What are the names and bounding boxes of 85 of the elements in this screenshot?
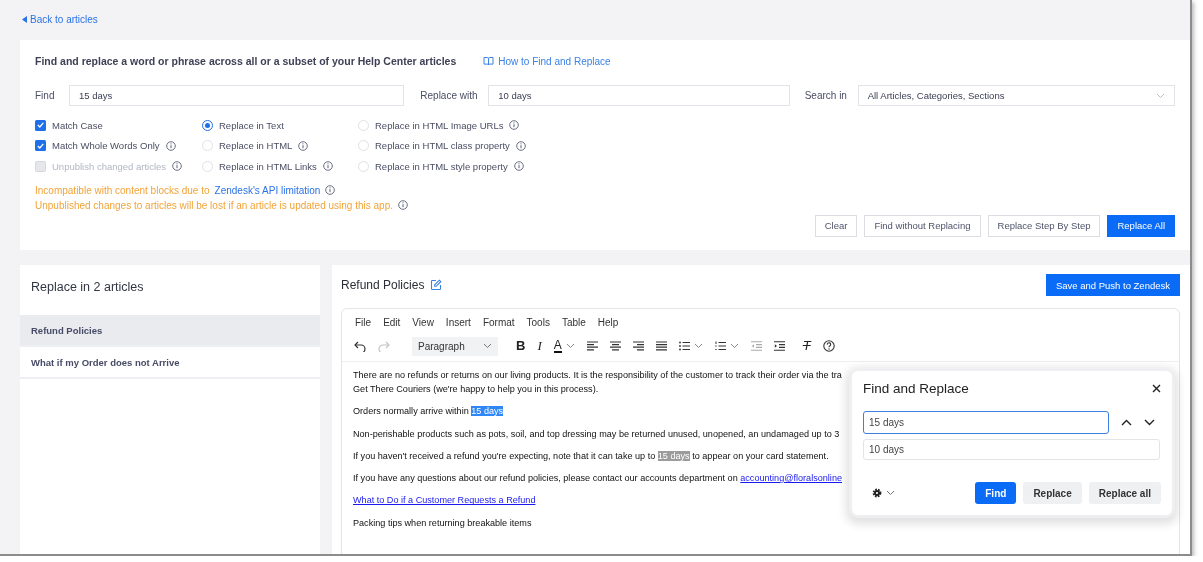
radio-label: Replace in HTML style property [375,160,508,172]
search-in-dropdown[interactable]: All Articles, Categories, Sections [857,85,1175,106]
find-field[interactable]: 15 days [69,85,405,106]
chevron-down-icon [483,343,492,349]
save-button[interactable]: Save and Push to Zendesk [1045,274,1180,296]
info-icon [398,200,408,210]
action-button[interactable]: Replace All [1107,214,1175,237]
menu-item[interactable]: Insert [445,317,471,330]
radio-label: Replace in HTML class property [375,140,510,152]
menu-item[interactable]: Help [597,317,619,330]
close-icon[interactable] [1152,384,1161,393]
back-link[interactable]: Back to articles [22,14,98,25]
action-button[interactable]: Clear [814,214,858,237]
block-format-dropdown[interactable]: Paragraph [412,336,498,356]
align-center-icon[interactable] [609,341,621,351]
align-right-icon[interactable] [632,341,644,351]
email-link[interactable]: accounting@floralsonline [740,473,842,484]
checkbox[interactable] [35,140,46,152]
paragraph: If you haven't received a refund you're expecting, note that it can take up to 15 days to appear on your card statement. [353,449,829,463]
undo-icon[interactable] [354,340,366,352]
back-arrow-icon [22,16,27,23]
check-icon [37,122,44,129]
action-button[interactable]: Find without Replacing [864,214,981,237]
article-link[interactable]: What to Do if a Customer Requests a Refund [353,495,536,506]
radio-label: Replace in HTML Links [219,160,317,172]
action-button[interactable]: Replace Step By Step [987,214,1101,237]
dialog-title: Find and Replace [863,381,969,396]
menu-item[interactable]: Tools [526,317,550,330]
bullet-list-icon[interactable] [678,341,690,351]
menu-item[interactable]: View [412,317,434,330]
indent-icon[interactable] [773,341,785,351]
warning-text: Incompatible with content blocks due to [35,183,210,198]
book-icon [483,56,495,66]
radio-label: Replace in HTML Image URLs [375,119,504,131]
menu-item[interactable]: Format [482,317,515,330]
article-title: Refund Policies [341,278,425,292]
menu-item[interactable]: File [355,317,372,330]
paragraph: If you have any questions about our refund policies, please contact our accounts department on accounting@floralsonline [353,472,842,486]
dialog-button[interactable]: Replace all [1088,482,1161,504]
checkbox-label: Match Whole Words Only [52,140,160,152]
menu-item[interactable]: Edit [383,317,401,330]
settings-icon[interactable] [871,487,883,499]
justify-icon[interactable] [655,341,667,351]
help-icon[interactable] [822,340,835,352]
paragraph: Non-perishable products such as pots, soil, and top dressing may be returned unused, unopened, an undamaged up to 3 [353,427,840,441]
chevron-down-icon [729,343,739,349]
field-label: Search in [804,90,848,101]
warning-text: Unpublished changes to articles will be lost if an article is updated using this app. [35,198,393,213]
radio-label: Replace in HTML [219,140,293,152]
dialog-button[interactable]: Find [975,482,1017,504]
chevron-up-icon[interactable] [1121,419,1132,426]
clear-format-button[interactable]: T [802,339,811,353]
numbered-list-icon[interactable] [714,341,726,351]
field-label: Replace with [420,90,479,101]
article-item[interactable]: What if my Order does not Arrive [20,347,320,379]
panel-heading: Find and replace a word or phrase across all or a subset of your Help Center articles [35,55,457,67]
dialog-button[interactable]: Replace [1023,482,1082,504]
chevron-down-icon [1156,92,1165,99]
replace-field[interactable]: 10 days [863,439,1160,460]
bold-button[interactable]: B [516,339,526,353]
help-link[interactable]: How to Find and Replace [483,55,611,67]
field-label: Find [35,90,56,101]
paragraph: Orders normally arrive within 15 days [353,405,504,419]
info-icon [325,185,336,195]
paragraph: Packing tips when returning breakable items [353,516,532,530]
replace-field[interactable]: 10 days [488,85,790,106]
checkbox[interactable] [35,119,46,131]
check-icon [37,142,44,149]
radio-label: Replace in Text [219,119,284,131]
list-heading: Replace in 2 articles [30,279,145,296]
api-limitation-link[interactable]: Zendesk's API limitation [214,182,321,198]
article-item[interactable]: Refund Policies [20,315,320,347]
italic-button[interactable]: I [537,339,542,353]
chevron-down-icon [565,343,575,349]
paragraph: There are no refunds or returns on our living products. It is the responsibility of the customer to track their order via the tra Get There Couriers (we're happy to help you in this process). [353,369,842,396]
text-color-button[interactable]: A [553,339,562,353]
menu-item[interactable]: Table [561,317,586,330]
find-field[interactable]: 15 days [863,411,1109,434]
align-left-icon[interactable] [586,341,598,351]
checkbox-label: Match Case [52,119,103,131]
chevron-down-icon [693,343,703,349]
checkbox-label: Unpublish changed articles [52,160,167,172]
chevron-down-icon[interactable] [1144,419,1155,426]
caret-icon [886,490,895,496]
edit-icon[interactable] [430,279,443,291]
